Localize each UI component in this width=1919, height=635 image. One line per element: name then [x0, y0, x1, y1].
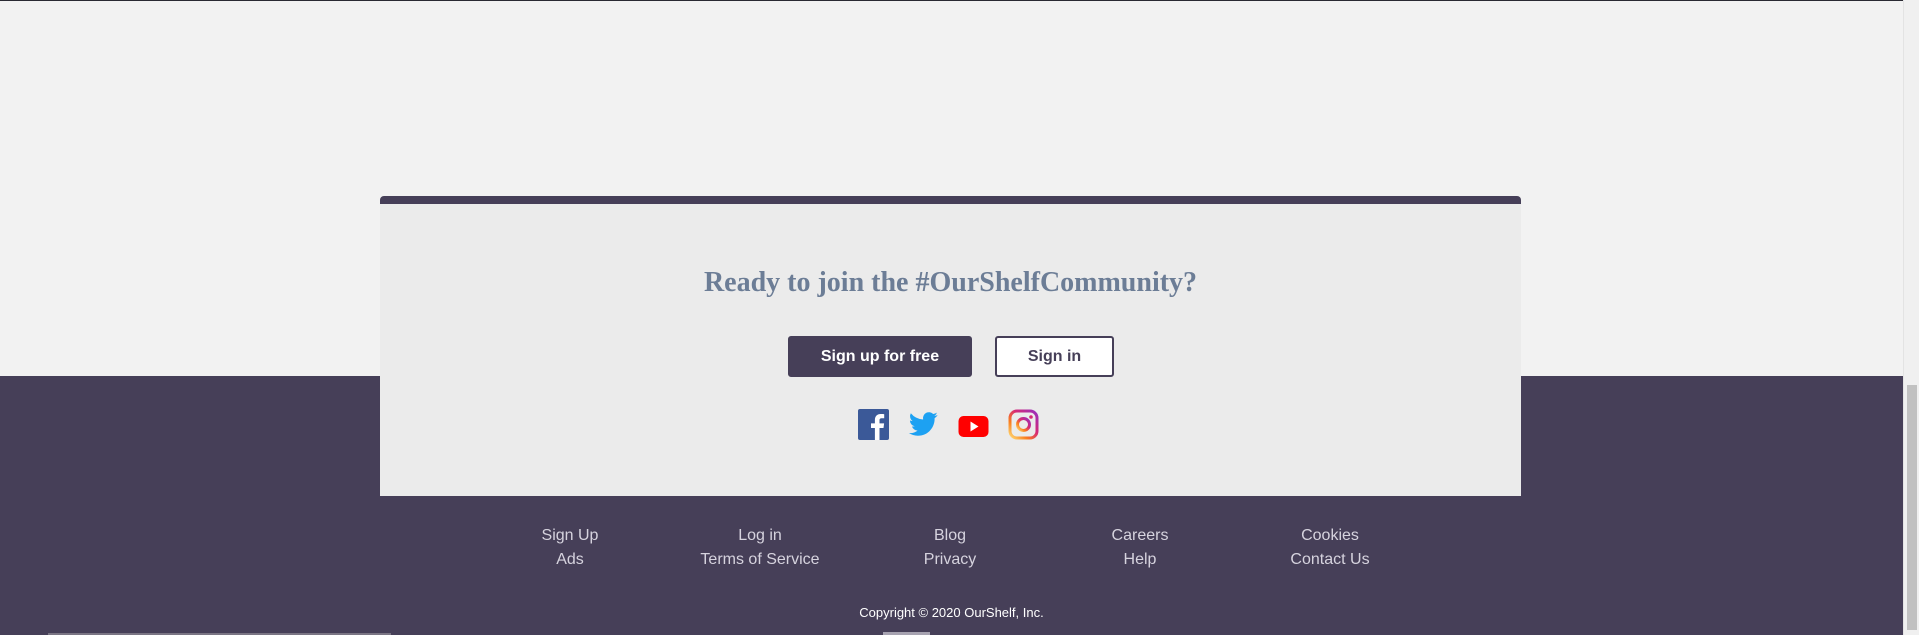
scrollbar-thumb[interactable] — [1907, 385, 1917, 630]
instagram-icon[interactable] — [1008, 409, 1039, 440]
vertical-scrollbar[interactable] — [1903, 0, 1919, 635]
footer-link-privacy[interactable]: Privacy — [855, 550, 1045, 569]
social-links — [858, 407, 1039, 441]
footer-links: Sign Up Log in Blog Careers Cookies Ads … — [475, 526, 1425, 569]
footer-link-ads[interactable]: Ads — [475, 550, 665, 569]
signup-cta-card: Ready to join the #OurShelfCommunity? Si… — [380, 196, 1521, 496]
footer-link-help[interactable]: Help — [1045, 550, 1235, 569]
facebook-icon[interactable] — [858, 408, 889, 440]
copyright-text: Copyright © 2020 OurShelf, Inc. — [859, 605, 1044, 620]
footer-link-contact[interactable]: Contact Us — [1235, 550, 1425, 569]
signin-button[interactable]: Sign in — [995, 336, 1114, 377]
footer-link-sign-up[interactable]: Sign Up — [475, 526, 665, 545]
top-border — [0, 0, 1919, 1]
footer-link-cookies[interactable]: Cookies — [1235, 526, 1425, 545]
cta-heading: Ready to join the #OurShelfCommunity? — [703, 267, 1198, 298]
footer-link-blog[interactable]: Blog — [855, 526, 1045, 545]
youtube-icon[interactable] — [958, 409, 989, 440]
footer-link-careers[interactable]: Careers — [1045, 526, 1235, 545]
footer-link-terms[interactable]: Terms of Service — [665, 550, 855, 569]
footer-link-log-in[interactable]: Log in — [665, 526, 855, 545]
signup-button[interactable]: Sign up for free — [788, 336, 972, 377]
twitter-icon[interactable] — [908, 409, 939, 440]
